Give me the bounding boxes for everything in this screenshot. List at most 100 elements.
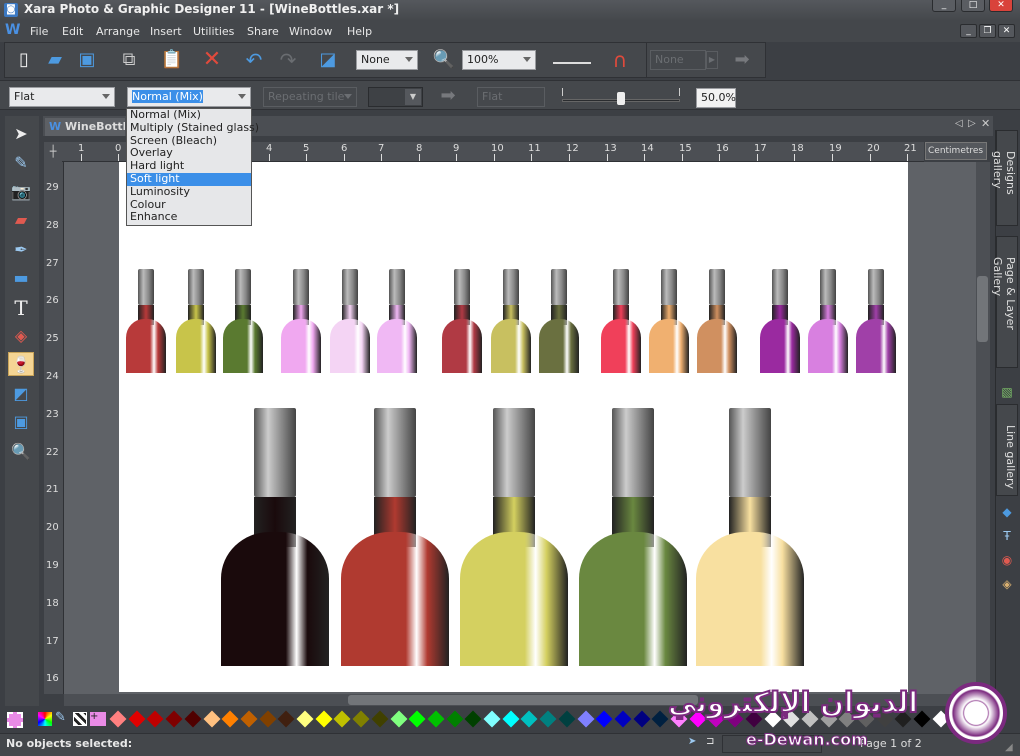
bottle-large[interactable] [579, 408, 687, 666]
arrange-icon[interactable]: ◪ [316, 48, 340, 72]
eraser-tool-icon[interactable]: ▰ [8, 208, 34, 232]
bottle-small[interactable] [176, 269, 216, 373]
dropdown-option-selected[interactable]: Soft light [127, 172, 251, 186]
resize-grip-icon[interactable]: ◢ [1005, 742, 1013, 753]
transparency-value-field[interactable]: 50.0% [696, 88, 736, 108]
tag-icon[interactable]: ◈ [997, 574, 1017, 594]
paste-icon[interactable]: 📋 [160, 48, 184, 72]
transparency-shape-combo[interactable]: Flat [9, 87, 115, 107]
no-colour-icon[interactable] [73, 712, 87, 726]
bottle-small[interactable] [760, 269, 800, 373]
ruler-tick [531, 154, 532, 161]
doc-restore-button[interactable]: ❐ [979, 24, 996, 38]
delete-icon[interactable]: ✕ [200, 48, 224, 72]
tab-designs-gallery[interactable]: Designs gallery [991, 130, 1018, 226]
menu-insert[interactable]: Insert [150, 25, 182, 38]
rectangle-tool-icon[interactable]: ▬ [8, 266, 34, 290]
menu-arrange[interactable]: Arrange [96, 25, 140, 38]
redo-icon[interactable]: ↷ [276, 48, 300, 72]
text-tool-icon[interactable]: T [8, 296, 34, 320]
select-inside-icon[interactable]: ➤ [688, 736, 702, 752]
dropdown-option[interactable]: Normal (Mix) [127, 108, 251, 122]
menu-help[interactable]: Help [347, 25, 372, 38]
dropdown-option[interactable]: Multiply (Stained glass) [127, 121, 259, 135]
bottle-small[interactable] [856, 269, 896, 373]
page-canvas[interactable] [119, 162, 908, 692]
bottle-small[interactable] [281, 269, 321, 373]
tab-scroll-right-icon[interactable]: ▷ [968, 118, 976, 129]
bottle-small[interactable] [330, 269, 370, 373]
bottle-large[interactable] [221, 408, 329, 666]
ruler-unit-label[interactable]: Centimetres [925, 142, 987, 160]
bottle-small[interactable] [223, 269, 263, 373]
vertical-scrollbar[interactable] [976, 162, 990, 694]
bottle-small[interactable] [126, 269, 166, 373]
open-folder-icon[interactable]: ▰ [43, 48, 67, 72]
tab-page-layer-gallery[interactable]: Page & Layer Gallery [991, 236, 1018, 368]
font-gallery-icon[interactable]: Ŧ [997, 526, 1017, 546]
bottle-small[interactable] [697, 269, 737, 373]
bottle-small[interactable] [377, 269, 417, 373]
close-button[interactable]: ✕ [989, 0, 1013, 12]
document-tab[interactable]: W WineBottles [45, 118, 125, 136]
bottle-small[interactable] [808, 269, 848, 373]
current-colour-swatch[interactable] [7, 712, 23, 728]
dropdown-option[interactable]: Enhance [127, 211, 251, 224]
menu-file[interactable]: File [30, 25, 48, 38]
doc-minimize-button[interactable]: _ [960, 24, 977, 38]
bottle-small[interactable] [649, 269, 689, 373]
bottle-small[interactable] [442, 269, 482, 373]
minimize-button[interactable]: _ [932, 0, 956, 12]
dropdown-option[interactable]: Luminosity [127, 185, 251, 199]
bottle-small[interactable] [539, 269, 579, 373]
doc-close-button[interactable]: ✕ [998, 24, 1015, 38]
vertical-scroll-thumb[interactable] [977, 276, 988, 342]
horizontal-scroll-thumb[interactable] [348, 695, 698, 705]
zoom-combo[interactable]: 100% [462, 50, 536, 70]
ruler-origin-icon[interactable]: ┼ [44, 142, 62, 162]
menu-edit[interactable]: Edit [62, 25, 83, 38]
tab-scroll-left-icon[interactable]: ◁ [955, 118, 963, 129]
selector-tool-icon[interactable]: ➤ [8, 122, 34, 146]
menu-window[interactable]: Window [289, 25, 332, 38]
add-colour-icon[interactable]: + [90, 712, 106, 726]
ruler-tick-label: 21 [46, 484, 59, 496]
zoom-tool-icon[interactable]: 🔍 [8, 440, 34, 464]
import-icon[interactable]: ⧉ [117, 48, 141, 72]
magnet-icon[interactable]: ∩ [608, 48, 632, 72]
snap-slider[interactable] [553, 62, 591, 64]
zoom-tool-icon[interactable]: 🔍 [432, 48, 456, 72]
transparency-tool-icon[interactable]: 🍷 [8, 352, 34, 376]
transparency-type-combo[interactable]: Normal (Mix) [127, 87, 251, 107]
bottle-small[interactable] [491, 269, 531, 373]
bottle-large[interactable] [460, 408, 568, 666]
colour-editor-icon[interactable] [38, 712, 52, 726]
pen-tool-icon[interactable]: ✒ [8, 238, 34, 262]
frame-tool-icon[interactable]: ▣ [8, 410, 34, 434]
bottle-large[interactable] [696, 408, 804, 666]
freehand-tool-icon[interactable]: ✎ [8, 151, 34, 175]
colour-gallery-icon[interactable]: ◉ [997, 550, 1017, 570]
photo-tool-icon[interactable]: 📷 [8, 180, 34, 204]
menu-share[interactable]: Share [247, 25, 279, 38]
quality-combo[interactable]: None [356, 50, 418, 70]
fill-tool-icon[interactable]: ◈ [8, 324, 34, 348]
fill-gallery-icon[interactable]: ◆ [997, 502, 1017, 522]
transparency-slider-thumb[interactable] [617, 92, 625, 105]
maximize-button[interactable]: □ [961, 0, 985, 12]
bottle-large[interactable] [341, 408, 449, 666]
save-icon[interactable]: ▣ [75, 48, 99, 72]
menu-utilities[interactable]: Utilities [193, 25, 234, 38]
close-tab-icon[interactable]: ✕ [981, 117, 990, 130]
snap-toggle-icon[interactable]: ⊐ [706, 736, 720, 752]
undo-icon[interactable]: ↶ [242, 48, 266, 72]
new-document-icon[interactable]: ▯ [12, 48, 36, 72]
xara-logo-icon[interactable]: W [5, 22, 20, 38]
shadow-tool-icon[interactable]: ◩ [8, 382, 34, 406]
ruler-tick [644, 154, 645, 161]
bottle-small[interactable] [601, 269, 641, 373]
eyedropper-icon[interactable]: ✎ [55, 710, 66, 725]
bitmap-gallery-icon[interactable]: ▧ [997, 382, 1017, 402]
vertical-ruler[interactable]: 29 28 27 26 25 24 23 22 21 20 19 18 17 16 [44, 162, 64, 694]
tab-line-gallery[interactable]: Line gallery [996, 404, 1018, 496]
